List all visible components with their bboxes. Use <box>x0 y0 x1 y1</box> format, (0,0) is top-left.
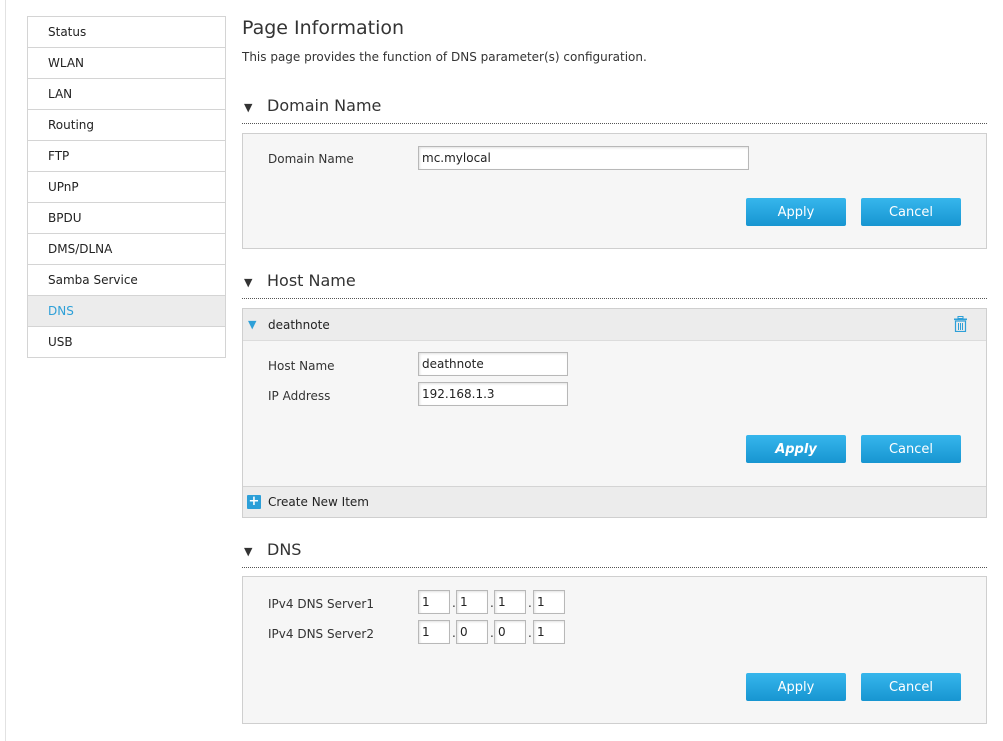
dns-server2-octet-4[interactable] <box>533 620 565 644</box>
dns-section-header[interactable]: ▼ DNS <box>242 537 987 568</box>
dns-server2-octet-2[interactable] <box>456 620 488 644</box>
domain-section-header[interactable]: ▼ Domain Name <box>242 93 987 124</box>
sidebar-item-wlan[interactable]: WLAN <box>28 48 225 79</box>
dns-server2-octet-3[interactable] <box>494 620 526 644</box>
sidebar-nav: Status WLAN LAN Routing FTP UPnP BPDU DM… <box>27 16 226 358</box>
sidebar-item-dns[interactable]: DNS <box>28 296 225 327</box>
host-cancel-button[interactable]: Cancel <box>861 435 961 463</box>
domain-cancel-button[interactable]: Cancel <box>861 198 961 226</box>
expand-triangle-icon: ▼ <box>248 318 257 331</box>
dns-server1-octet-2[interactable] <box>456 590 488 614</box>
host-panel: ▼ deathnote Host Name IP Address Apply C… <box>242 308 987 518</box>
ip-address-input[interactable] <box>418 382 568 406</box>
domain-name-label: Domain Name <box>268 152 354 166</box>
dns-server2-label: IPv4 DNS Server2 <box>268 627 374 641</box>
sidebar-item-bpdu[interactable]: BPDU <box>28 203 225 234</box>
collapse-triangle-icon: ▼ <box>244 101 253 114</box>
host-section-title: Host Name <box>267 271 356 290</box>
dns-server1-octet-4[interactable] <box>533 590 565 614</box>
dns-server2-octet-1[interactable] <box>418 620 450 644</box>
sidebar-item-usb[interactable]: USB <box>28 327 225 358</box>
dns-cancel-button[interactable]: Cancel <box>861 673 961 701</box>
sidebar-item-upnp[interactable]: UPnP <box>28 172 225 203</box>
host-apply-button[interactable]: Apply <box>746 435 846 463</box>
domain-section-title: Domain Name <box>267 96 382 115</box>
octet-separator: . <box>528 596 532 610</box>
domain-panel: Domain Name Apply Cancel <box>242 133 987 249</box>
sidebar-item-lan[interactable]: LAN <box>28 79 225 110</box>
sidebar-item-dms-dlna[interactable]: DMS/DLNA <box>28 234 225 265</box>
dns-panel: IPv4 DNS Server1 . . . IPv4 DNS Server2 … <box>242 576 987 724</box>
sidebar-item-status[interactable]: Status <box>28 17 225 48</box>
page-title: Page Information <box>242 17 405 39</box>
sidebar-item-ftp[interactable]: FTP <box>28 141 225 172</box>
frame-divider <box>5 0 6 741</box>
collapse-triangle-icon: ▼ <box>244 276 253 289</box>
host-section-header[interactable]: ▼ Host Name <box>242 268 987 299</box>
dns-server1-label: IPv4 DNS Server1 <box>268 597 374 611</box>
dns-server1-octet-1[interactable] <box>418 590 450 614</box>
dns-apply-button[interactable]: Apply <box>746 673 846 701</box>
host-name-label: Host Name <box>268 359 335 373</box>
host-entry-header[interactable]: ▼ deathnote <box>243 309 986 341</box>
page-description: This page provides the function of DNS p… <box>242 50 647 64</box>
host-entry-name: deathnote <box>268 318 330 332</box>
create-new-item-label: Create New Item <box>268 495 369 509</box>
dns-section-title: DNS <box>267 540 302 559</box>
sidebar-item-samba-service[interactable]: Samba Service <box>28 265 225 296</box>
dns-server1-octet-3[interactable] <box>494 590 526 614</box>
sidebar-item-routing[interactable]: Routing <box>28 110 225 141</box>
plus-icon: + <box>247 494 261 509</box>
trash-icon[interactable] <box>954 316 967 332</box>
create-new-item-button[interactable]: + Create New Item <box>243 486 986 517</box>
collapse-triangle-icon: ▼ <box>244 545 253 558</box>
host-name-input[interactable] <box>418 352 568 376</box>
domain-name-input[interactable] <box>418 146 749 170</box>
domain-apply-button[interactable]: Apply <box>746 198 846 226</box>
octet-separator: . <box>528 626 532 640</box>
ip-address-label: IP Address <box>268 389 331 403</box>
